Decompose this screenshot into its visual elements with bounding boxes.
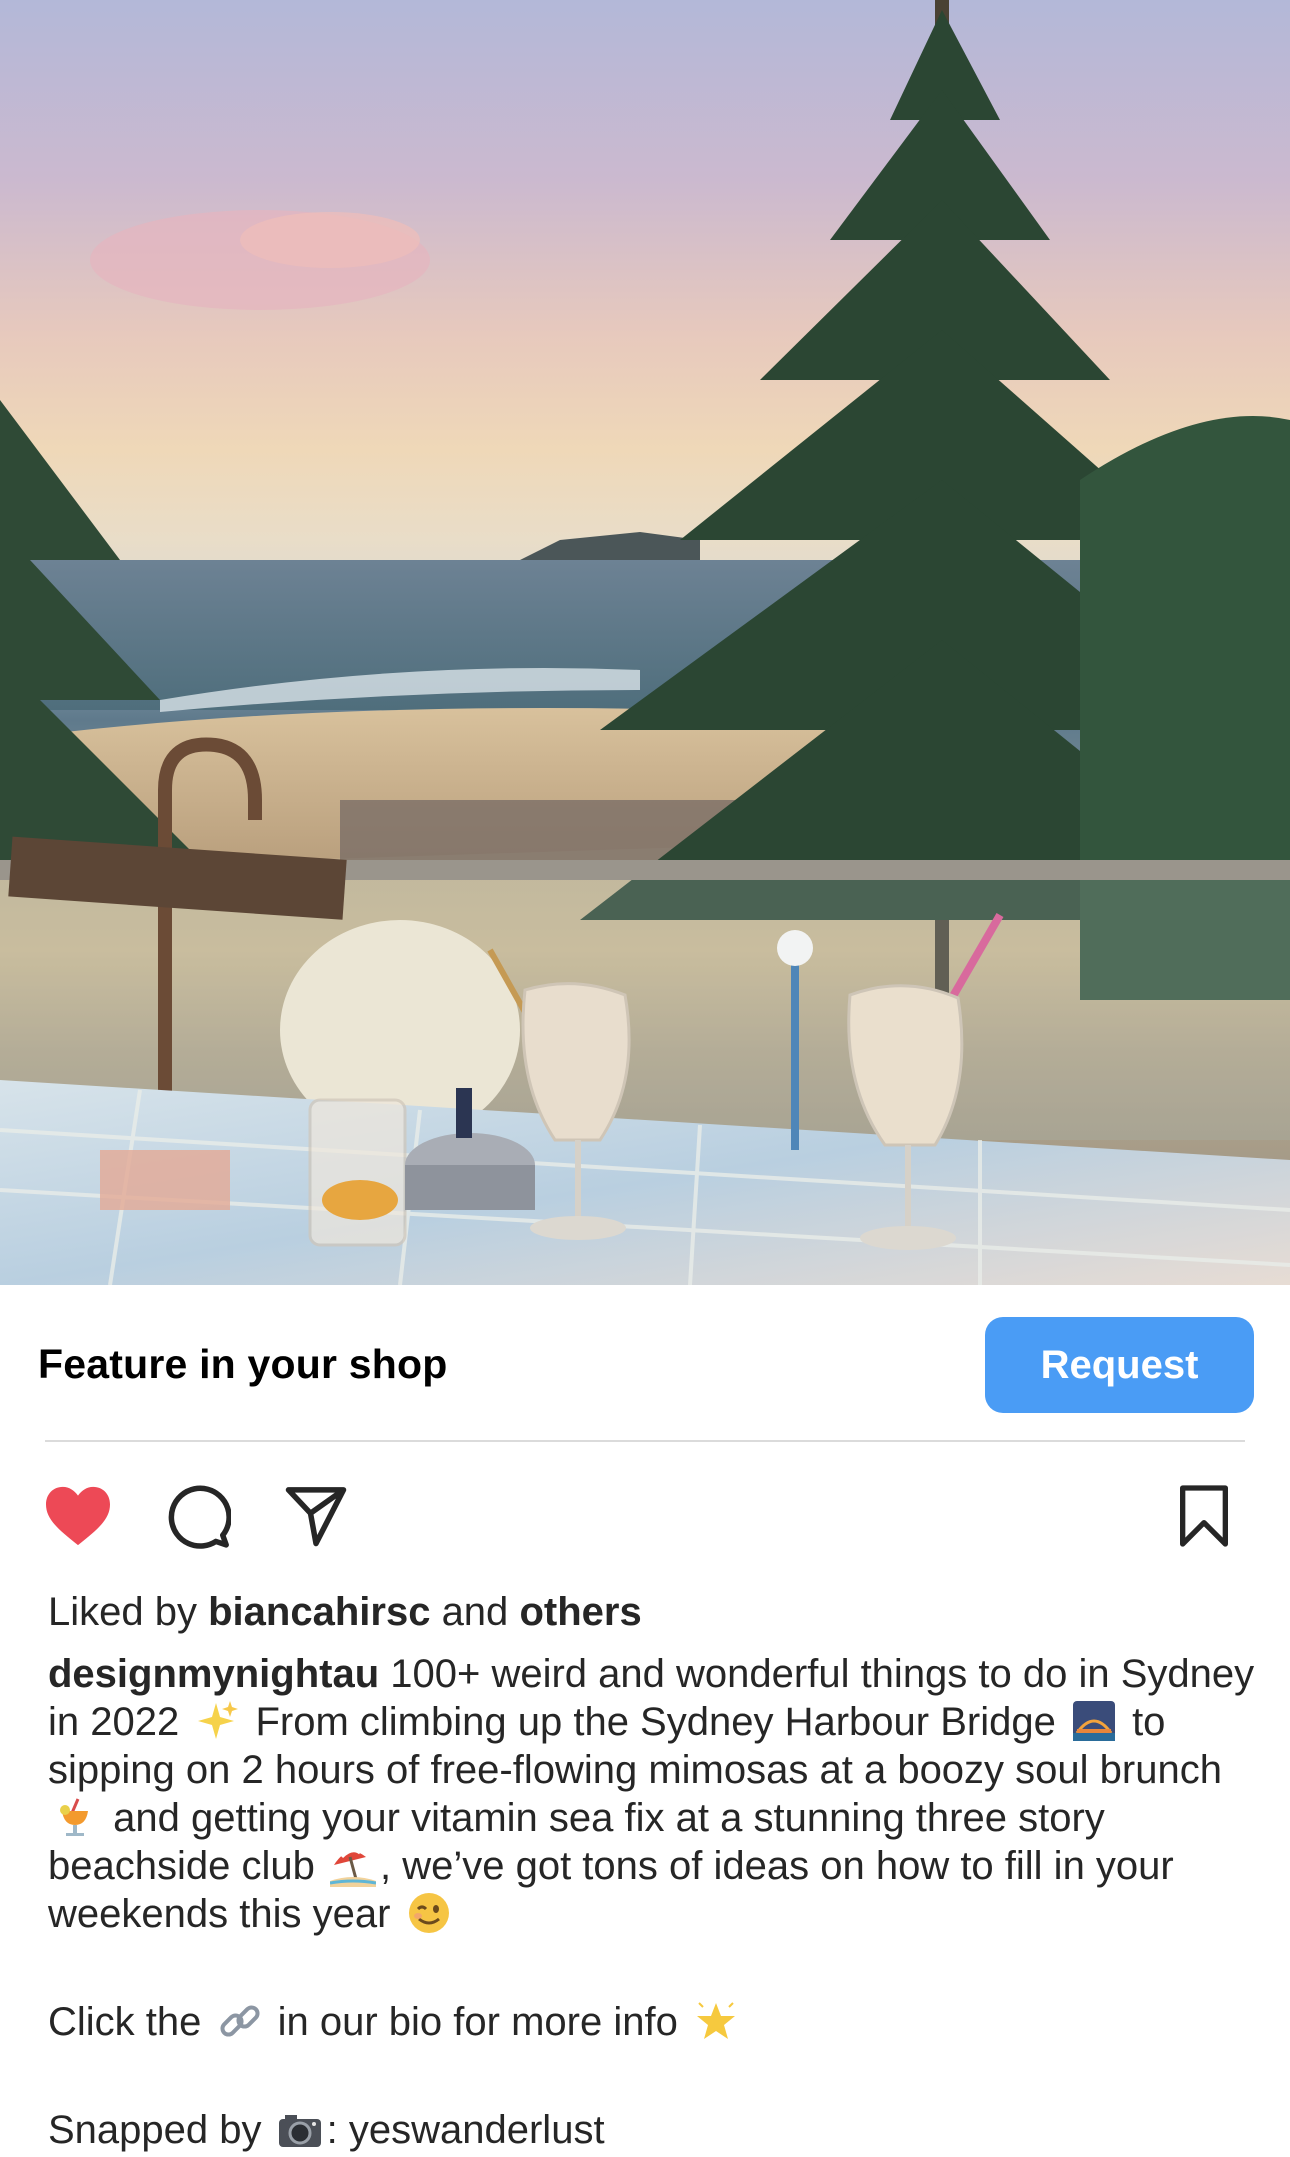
link-emoji-icon xyxy=(217,1999,263,2043)
request-button[interactable]: Request xyxy=(985,1317,1254,1413)
camera-emoji-icon xyxy=(277,2107,323,2151)
post-action-bar xyxy=(0,1470,1290,1560)
caption-text-9[interactable]: : yeswanderlust xyxy=(327,2108,605,2152)
liked-by-user-link[interactable]: biancahirsc xyxy=(208,1590,430,1634)
winking-face-emoji-icon xyxy=(406,1891,452,1935)
likes-prefix: Liked by xyxy=(48,1590,197,1634)
post-photo[interactable] xyxy=(0,0,1290,1285)
likes-summary: Liked by biancahirsc and others xyxy=(48,1590,642,1635)
sparkles-emoji-icon xyxy=(194,1699,240,1743)
caption-text-2: From climbing up the Sydney Harbour Brid… xyxy=(244,1700,1067,1744)
beach-scene-image xyxy=(0,0,1290,1285)
post-caption: designmynightau 100+ weird and wonderful… xyxy=(48,1650,1258,2154)
bridge-at-night-emoji-icon xyxy=(1071,1699,1117,1743)
feature-in-shop-row: Feature in your shop Request xyxy=(0,1285,1290,1440)
bookmark-icon[interactable] xyxy=(1168,1480,1240,1552)
comment-icon[interactable] xyxy=(162,1480,234,1552)
likes-middle: and xyxy=(441,1590,509,1634)
divider xyxy=(45,1440,1245,1442)
caption-text-6: Click the xyxy=(48,2000,213,2044)
caption-text-7: in our bio for more info xyxy=(266,2000,689,2044)
glowing-star-emoji-icon xyxy=(693,1999,739,2043)
beach-umbrella-emoji-icon xyxy=(329,1843,377,1887)
caption-text-8: Snapped by xyxy=(48,2108,273,2152)
caption-paragraph-1: designmynightau 100+ weird and wonderful… xyxy=(48,1650,1258,1938)
heart-filled-icon[interactable] xyxy=(42,1480,114,1552)
send-icon[interactable] xyxy=(280,1480,352,1552)
caption-paragraph-3: Snapped by : yeswanderlust xyxy=(48,2106,1258,2154)
caption-paragraph-2: Click the in our bio for more info xyxy=(48,1998,1258,2046)
tropical-drink-emoji-icon xyxy=(52,1795,98,1839)
liked-by-others-link[interactable]: others xyxy=(519,1590,641,1634)
caption-username-link[interactable]: designmynightau xyxy=(48,1652,379,1696)
feature-in-shop-label: Feature in your shop xyxy=(38,1341,448,1387)
